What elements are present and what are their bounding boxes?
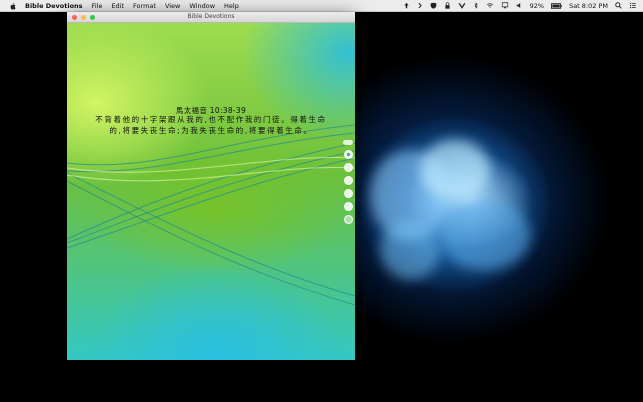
wifi-icon[interactable] xyxy=(486,2,494,9)
menu-bar: Bible Devotions File Edit Format View Wi… xyxy=(0,0,643,12)
verse-line: 不背着他的十字架跟从我的,也不配作我的门徒。得着生命 xyxy=(95,115,327,124)
app-menu[interactable]: Bible Devotions xyxy=(25,2,83,10)
wave-lines-decoration xyxy=(67,124,355,306)
circle-button-icon[interactable] xyxy=(344,189,353,198)
circle-button-icon[interactable] xyxy=(344,202,353,211)
mail-icon[interactable] xyxy=(458,2,466,9)
airplay-icon[interactable] xyxy=(501,2,509,9)
lock-icon[interactable] xyxy=(444,2,451,9)
verse-line: 的,将要失丧生命;为我失丧生命的,将要得着生命。 xyxy=(109,126,313,135)
verse-text: 不背着他的十字架跟从我的,也不配作我的门徒。得着生命 的,将要失丧生命;为我失丧… xyxy=(81,114,341,136)
battery-percent[interactable]: 92% xyxy=(530,2,544,10)
window-title: Bible Devotions xyxy=(187,13,235,20)
volume-icon[interactable] xyxy=(516,2,523,9)
menu-edit[interactable]: Edit xyxy=(111,2,124,10)
grid-icon[interactable] xyxy=(344,215,353,224)
menu-help[interactable]: Help xyxy=(224,2,239,10)
menu-view[interactable]: View xyxy=(165,2,180,10)
app-window: Bible Devotions 馬太福音 10:38-39 不背着他的十字架跟从… xyxy=(67,12,355,360)
circle-button-icon[interactable] xyxy=(344,163,353,172)
dot-icon xyxy=(347,153,350,156)
window-titlebar[interactable]: Bible Devotions xyxy=(67,12,355,23)
settings-circle-icon[interactable] xyxy=(344,150,353,159)
shield-icon[interactable] xyxy=(430,2,437,9)
spotlight-search-icon[interactable] xyxy=(615,2,622,9)
bluetooth-icon[interactable] xyxy=(473,2,479,9)
chevron-right-icon[interactable] xyxy=(417,2,423,9)
circle-button-icon[interactable] xyxy=(344,176,353,185)
battery-icon[interactable] xyxy=(551,2,562,9)
upload-icon[interactable] xyxy=(403,2,410,9)
toggle-switch[interactable] xyxy=(343,140,353,145)
notification-center-icon[interactable] xyxy=(629,2,637,9)
side-controls xyxy=(343,138,355,228)
apple-icon[interactable] xyxy=(9,2,17,10)
menu-window[interactable]: Window xyxy=(189,2,215,10)
verse-background: 馬太福音 10:38-39 不背着他的十字架跟从我的,也不配作我的门徒。得着生命… xyxy=(67,23,355,360)
menu-format[interactable]: Format xyxy=(133,2,156,10)
menu-file[interactable]: File xyxy=(92,2,103,10)
menu-clock[interactable]: Sat 8:02 PM xyxy=(569,2,608,10)
